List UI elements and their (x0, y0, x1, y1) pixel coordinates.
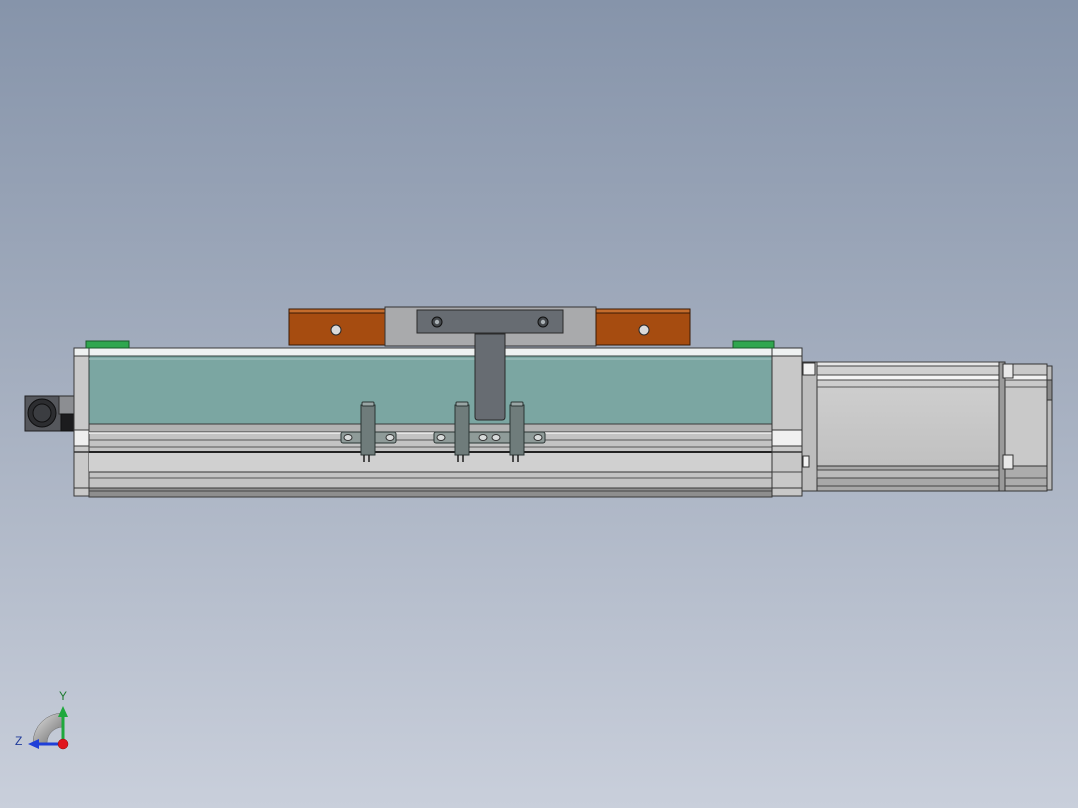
left-end-plate[interactable] (73, 347, 90, 497)
motor-top-band (816, 361, 1002, 367)
plate-left-screw-core (434, 319, 440, 325)
rail-middle-band (89, 453, 772, 472)
triad-y-arrowhead-icon (58, 706, 68, 717)
left-plate-body[interactable] (73, 347, 90, 497)
left-plate-top-band (73, 347, 90, 357)
rail-upper-band (88, 423, 773, 433)
carriage-right-hole (638, 324, 650, 336)
cad-graphics-viewport[interactable]: Y Z (0, 0, 1078, 808)
servo-motor[interactable] (801, 361, 1053, 492)
sensor-body[interactable] (509, 404, 525, 456)
flange-bolt-upper (802, 362, 816, 376)
sensor-cap (455, 401, 469, 407)
triad-x-axis-dot (57, 738, 69, 750)
left-plate-highlight (73, 429, 90, 447)
motor-lower-highlight (816, 469, 1002, 479)
tab-slot (478, 434, 488, 441)
sensor-body[interactable] (360, 404, 376, 456)
tab-slot (385, 434, 395, 441)
rail-bottom-band (88, 487, 773, 498)
right-plate-top-band (771, 347, 803, 357)
triad-z-label: Z (15, 734, 22, 748)
right-end-plate[interactable] (771, 347, 803, 497)
right-limit-block[interactable] (732, 340, 775, 349)
linear-actuator-model[interactable] (24, 306, 1053, 498)
carriage-sensor-flag[interactable] (474, 333, 506, 421)
carriage-left-block-top (288, 308, 386, 314)
carriage-left-hole (330, 324, 342, 336)
tab-slot (436, 434, 446, 441)
body-top-strip (88, 347, 773, 357)
triad-y-label: Y (59, 689, 67, 703)
limit-sensor-3[interactable] (509, 401, 525, 462)
coupling-adapter-upper (58, 395, 75, 415)
left-end-coupling[interactable] (24, 395, 75, 432)
sensor-tab-right[interactable] (433, 431, 546, 444)
sensor-body[interactable] (454, 404, 470, 456)
linear-module-body[interactable] (88, 347, 773, 498)
end-cap-screw-upper (1002, 363, 1014, 379)
limit-sensor-1[interactable] (360, 401, 376, 462)
cad-viewport-canvas[interactable]: Y Z (0, 0, 1078, 808)
flange-bolt-lower (802, 455, 810, 468)
motor-highlight-band (816, 374, 1002, 381)
end-cap-screw-lower (1002, 454, 1014, 470)
coupling-adapter-lower (60, 413, 75, 432)
transparent-dust-cover[interactable] (88, 355, 773, 425)
tab-slot (533, 434, 543, 441)
triad-rotation-arc-icon (32, 712, 64, 744)
sensor-cap (510, 401, 524, 407)
sensor-cap (361, 401, 375, 407)
right-plate-highlight (771, 429, 803, 447)
coupling-inner-ring (32, 403, 52, 423)
right-plate-body[interactable] (771, 347, 803, 497)
limit-sensor-2[interactable] (454, 401, 470, 462)
carriage-right-block-top (595, 308, 691, 314)
motor-flange[interactable] (801, 361, 818, 492)
view-orientation-triad: Y Z (15, 689, 69, 750)
motor-connector (1046, 379, 1053, 401)
tab-slot (491, 434, 501, 441)
motor-joint-band (998, 361, 1006, 492)
tab-slot (343, 434, 353, 441)
left-limit-block[interactable] (85, 340, 130, 349)
plate-right-screw-core (540, 319, 546, 325)
